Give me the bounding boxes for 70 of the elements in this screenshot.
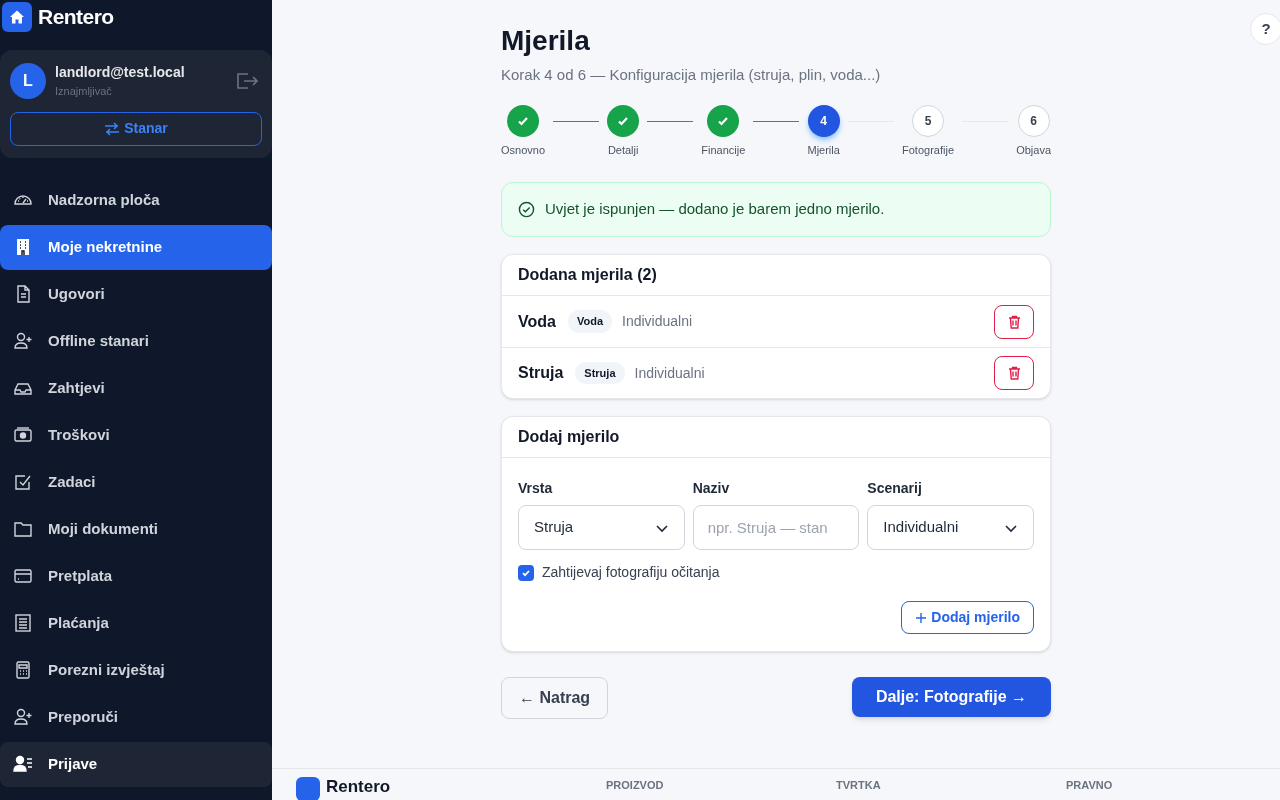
sidebar-item[interactable]: Ugovori: [0, 271, 272, 317]
delete-button[interactable]: [994, 304, 1034, 339]
switch-role-button[interactable]: Stanar: [10, 111, 262, 146]
house-icon: [2, 2, 32, 32]
avatar: L: [10, 62, 46, 99]
footer-column-heading: TVRTKA: [836, 778, 882, 793]
card-title: Dodana mjerila (2): [518, 265, 657, 285]
step-label: Objava: [1016, 142, 1051, 158]
banknote-icon: [13, 425, 33, 445]
sidebar-item[interactable]: Preporuči: [0, 694, 272, 740]
card-title: Dodaj mjerilo: [518, 427, 620, 447]
delete-button[interactable]: [994, 356, 1034, 390]
check-circle-icon: [518, 201, 535, 218]
field-label: Vrsta: [518, 479, 554, 498]
plus-icon: [915, 611, 928, 624]
next-button[interactable]: Dalje: Fotografije →: [851, 677, 1051, 717]
meter-name: Struja: [518, 363, 564, 383]
trash-icon: [1007, 314, 1021, 329]
step-label: Mjerila: [807, 142, 840, 158]
user-role: Iznajmljivač: [55, 84, 113, 99]
trash-icon: [1007, 366, 1021, 380]
sidebar-item[interactable]: Prijave: [0, 741, 272, 787]
sidebar-item[interactable]: Zadaci: [0, 459, 272, 505]
name-input[interactable]: npr. Struja — stan: [692, 505, 860, 550]
user-plus-icon: [13, 331, 33, 351]
meter-scenario: Individualni: [622, 312, 694, 331]
user-plus-icon: [13, 707, 33, 727]
footer-column-heading: PROIZVOD: [606, 778, 665, 793]
footer-column-heading: PRAVNO: [1066, 778, 1114, 793]
sidebar-item[interactable]: Pretplata: [0, 553, 272, 599]
sidebar-item[interactable]: Porezni izvještaj: [0, 647, 272, 693]
add-meter-button[interactable]: Dodaj mjerilo: [901, 601, 1034, 634]
help-button[interactable]: ?: [1250, 13, 1280, 45]
sidebar-item[interactable]: Plaćanja: [0, 600, 272, 646]
sidebar-item[interactable]: Zahtjevi: [0, 365, 272, 411]
sidebar-item[interactable]: Offline stanari: [0, 318, 272, 364]
scenario-select[interactable]: Individualni: [867, 505, 1034, 550]
alert-message: Uvjet je ispunjen — dodano je barem jedno mjerilo.: [545, 199, 885, 220]
sidebar-item[interactable]: Moje nekretnine: [0, 224, 272, 270]
field-label: Naziv: [692, 479, 731, 498]
meter-type-tag: Struja: [575, 361, 625, 385]
folder-icon: [13, 519, 33, 539]
footer-logo-icon: [296, 777, 320, 800]
credit-card-icon: [13, 566, 33, 586]
meter-type-tag: Voda: [567, 310, 612, 333]
sidebar-item[interactable]: Troškovi: [0, 412, 272, 458]
checkbox-label: Zahtijevaj fotografiju očitanja: [542, 563, 720, 582]
user-email: landlord@test.local: [55, 63, 186, 82]
logout-icon[interactable]: [236, 71, 258, 90]
sidebar-item[interactable]: Moji dokumenti: [0, 506, 272, 552]
meter-scenario: Individualni: [634, 363, 706, 383]
page-subtitle: Korak 4 od 6 — Konfiguracija mjerila (struja, plin, voda...): [501, 65, 882, 85]
step-label: Financije: [701, 142, 746, 158]
footer-brand-name: Rentero: [326, 777, 391, 797]
meter-name: Voda: [518, 311, 556, 332]
step-label: Fotografije: [902, 142, 954, 158]
sidebar-item[interactable]: Nadzorna ploča: [0, 177, 272, 223]
swap-icon: [104, 121, 121, 136]
step-label: Detalji: [607, 142, 639, 158]
page-title: Mjerila: [501, 24, 591, 58]
calculator-icon: [13, 660, 33, 680]
user-list-icon: [13, 754, 33, 774]
checkbox-icon: [13, 472, 33, 492]
back-button[interactable]: ← Natrag: [501, 677, 609, 719]
step-label: Osnovno: [501, 142, 546, 158]
field-label: Scenarij: [867, 479, 923, 498]
type-select[interactable]: Struja: [518, 505, 685, 550]
checkbox[interactable]: [518, 564, 534, 581]
brand-name: Rentero: [38, 4, 114, 31]
receipt-icon: [13, 613, 33, 633]
